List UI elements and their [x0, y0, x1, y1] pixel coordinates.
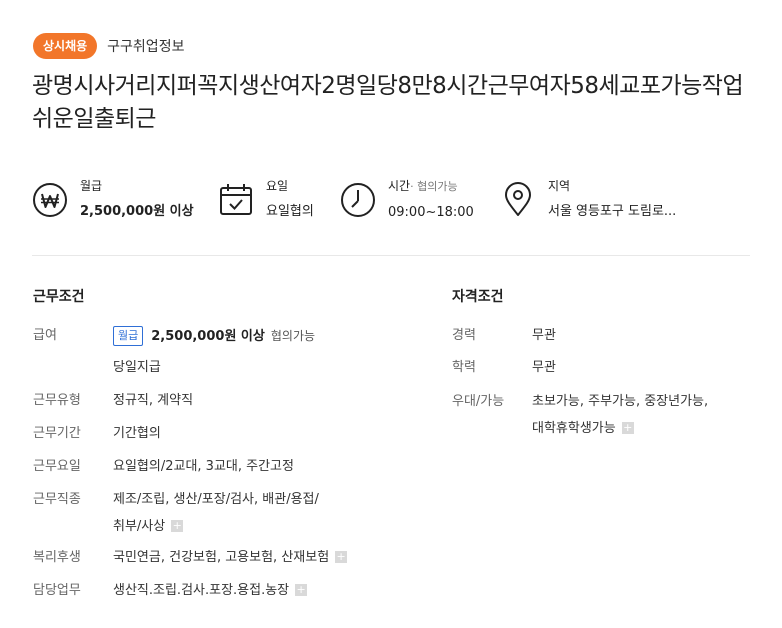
- preference-value-2: 대학휴학생가능: [532, 421, 616, 436]
- clock-icon: [341, 183, 375, 217]
- expand-plus-icon[interactable]: +: [171, 519, 184, 532]
- work-type-row: 근무유형 정규직, 계약직: [33, 391, 193, 411]
- salary-negotiable: 협의가능: [270, 329, 316, 343]
- summary-days-label: 요일: [266, 179, 289, 193]
- summary-region: 지역 서울 영등포구 도림로...: [500, 176, 676, 222]
- summary-salary: 월급 2,500,000원 이상: [32, 176, 194, 222]
- welfare-key: 복리후생: [33, 550, 81, 565]
- preference-key: 우대/가능: [452, 394, 505, 409]
- welfare-row: 복리후생 국민연금, 건강보험, 고용보험, 산재보험 +: [33, 548, 348, 568]
- education-value: 무관: [532, 360, 556, 375]
- job-category-key: 근무직종: [33, 492, 81, 507]
- work-type-value: 정규직, 계약직: [113, 393, 194, 408]
- summary-time-sub: · 협의가능: [410, 180, 458, 193]
- summary-region-label: 지역: [548, 179, 571, 193]
- salary-extra: 당일지급: [113, 360, 161, 375]
- work-days-key: 근무요일: [33, 459, 81, 474]
- work-period-key: 근무기간: [33, 426, 81, 441]
- education-row: 학력 무관: [452, 358, 556, 378]
- work-period-value: 기간협의: [113, 426, 161, 441]
- work-days-value: 요일협의/2교대, 3교대, 주간고정: [113, 459, 294, 474]
- career-key: 경력: [452, 328, 476, 343]
- career-value: 무관: [532, 328, 556, 343]
- company-name[interactable]: 구구취업정보: [107, 36, 184, 56]
- preference-value-1: 초보가능, 주부가능, 중장년가능,: [532, 394, 709, 409]
- duty-key: 담당업무: [33, 583, 81, 598]
- job-title: 광명시사거리지퍼꼭지생산여자2명일당8만8시간근무여자58세교포가능작업쉬운일출…: [32, 73, 744, 132]
- work-period-row: 근무기간 기간협의: [33, 424, 161, 444]
- expand-plus-icon[interactable]: +: [295, 583, 308, 596]
- location-pin-icon: [505, 182, 531, 216]
- calendar-icon: [220, 184, 252, 215]
- duty-row: 담당업무 생산직.조립.검사.포장.용접.농장 +: [33, 581, 308, 601]
- job-category-row: 근무직종 제조/조립, 생산/포장/검사, 배관/용접/ 취부/사상 +: [33, 490, 353, 543]
- career-row: 경력 무관: [452, 326, 556, 346]
- summary-salary-value: 2,500,000원 이상: [80, 204, 194, 219]
- job-category-value-2: 취부/사상: [113, 519, 166, 534]
- job-category-value-1: 제조/조립, 생산/포장/검사, 배관/용접/: [113, 492, 319, 507]
- summary-salary-label: 월급: [80, 179, 103, 193]
- header-row: 상시채용 구구취업정보: [33, 33, 184, 59]
- won-icon: [33, 183, 67, 217]
- welfare-value: 국민연금, 건강보험, 고용보험, 산재보험: [113, 550, 330, 565]
- salary-row: 급여 월급 2,500,000원 이상 협의가능: [33, 326, 315, 347]
- expand-plus-icon[interactable]: +: [335, 550, 348, 563]
- work-conditions-title: 근무조건: [33, 289, 85, 305]
- salary-key: 급여: [33, 328, 57, 343]
- salary-type-tag: 월급: [113, 326, 144, 346]
- summary-time-label: 시간: [388, 179, 411, 193]
- salary-extra-row: 당일지급: [113, 358, 161, 378]
- salary-amount: 2,500,000원 이상: [151, 329, 265, 344]
- summary-time: 시간· 협의가능 09:00~18:00: [340, 176, 474, 223]
- job-summary: 월급 2,500,000원 이상 요일 요일협의 시간· 협의가능 09:00~…: [32, 176, 752, 236]
- section-divider: [32, 255, 750, 256]
- expand-plus-icon[interactable]: +: [621, 421, 634, 434]
- hiring-type-badge: 상시채용: [33, 33, 98, 59]
- summary-region-value[interactable]: 서울 영등포구 도림로...: [548, 202, 676, 222]
- summary-days: 요일 요일협의: [218, 176, 314, 222]
- duty-value: 생산직.조립.검사.포장.용접.농장: [113, 583, 290, 598]
- preference-row: 우대/가능 초보가능, 주부가능, 중장년가능, 대학휴학생가능 +: [452, 392, 742, 445]
- work-type-key: 근무유형: [33, 393, 81, 408]
- qualifications-title: 자격조건: [452, 289, 504, 305]
- summary-time-value: 09:00~18:00: [388, 205, 474, 220]
- work-days-row: 근무요일 요일협의/2교대, 3교대, 주간고정: [33, 457, 294, 477]
- education-key: 학력: [452, 360, 476, 375]
- summary-days-value: 요일협의: [266, 204, 314, 219]
